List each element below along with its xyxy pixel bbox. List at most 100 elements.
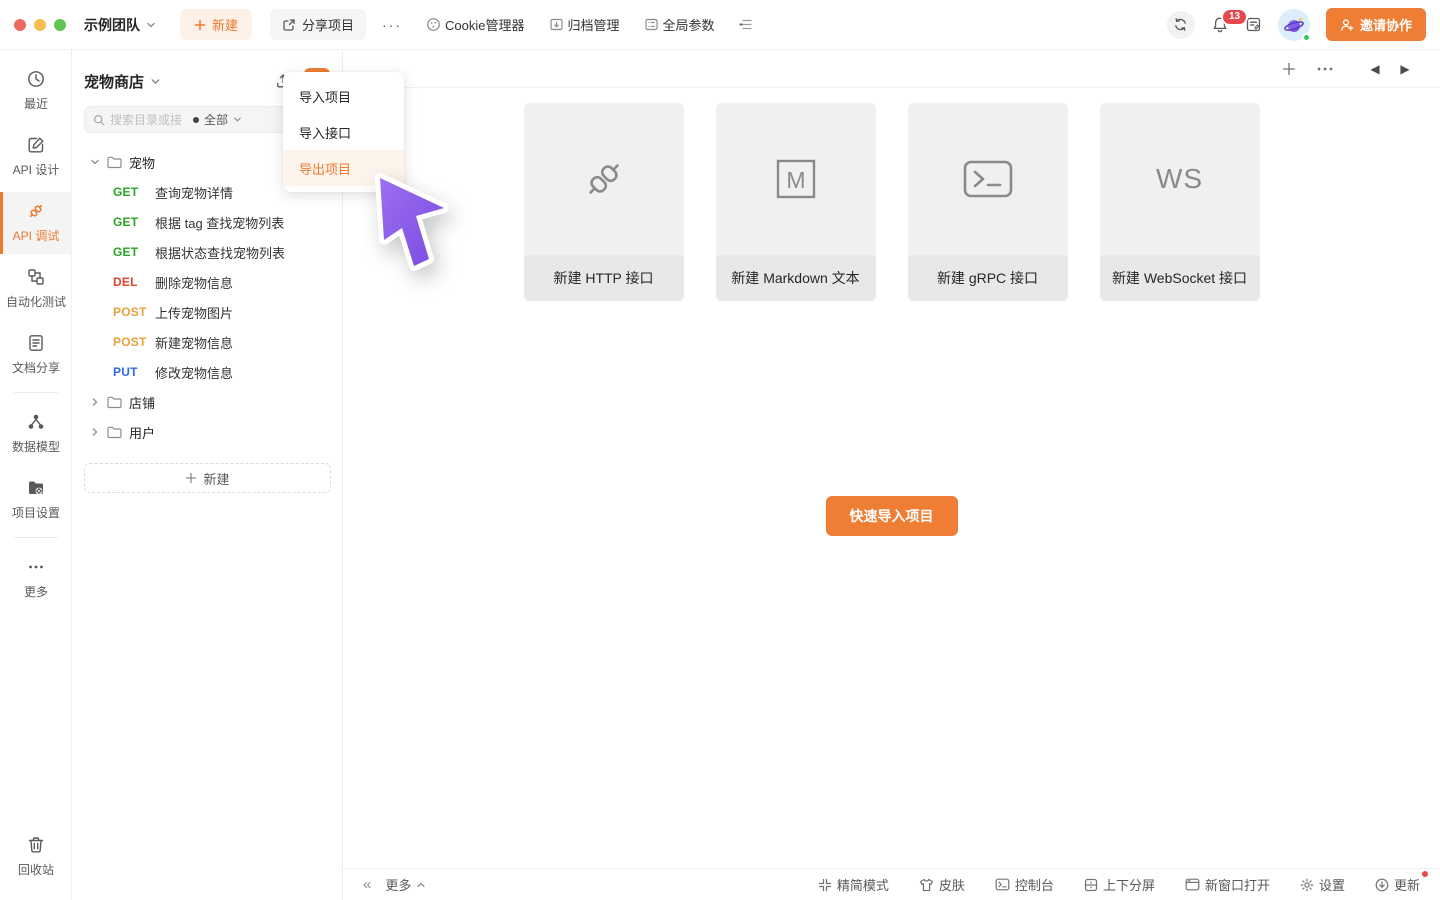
api-row[interactable]: POST上传宠物图片 xyxy=(72,297,342,327)
cookie-icon xyxy=(426,17,441,32)
statusbar-more-button[interactable]: 更多 xyxy=(385,875,426,894)
menu-item-export-project[interactable]: 导出项目 xyxy=(283,150,404,186)
method-badge: GET xyxy=(113,185,155,199)
tab-more-button[interactable] xyxy=(1312,56,1338,82)
topbar-more-button[interactable]: ··· xyxy=(382,17,402,33)
share-project-label: 分享项目 xyxy=(302,15,354,34)
menu-item-import-project[interactable]: 导入项目 xyxy=(283,78,404,114)
sidebar-item-label: API 调试 xyxy=(13,227,60,244)
api-name: 删除宠物信息 xyxy=(155,273,233,292)
topbar-right: 13 邀请协作 xyxy=(1167,8,1426,41)
invite-collaborate-button[interactable]: 邀请协作 xyxy=(1326,8,1426,41)
cookie-manager-label: Cookie管理器 xyxy=(445,15,524,34)
plus-icon xyxy=(185,472,197,484)
sidebar-item-project-settings[interactable]: 项目设置 xyxy=(0,469,72,531)
skin-button[interactable]: 皮肤 xyxy=(919,875,965,894)
card-new-grpc[interactable]: 新建 gRPC 接口 xyxy=(908,103,1068,301)
markdown-icon: M xyxy=(772,155,820,203)
search-input[interactable] xyxy=(110,113,188,127)
global-params-button[interactable]: 全局参数 xyxy=(644,15,715,34)
card-label: 新建 HTTP 接口 xyxy=(524,255,684,301)
api-row[interactable]: DEL删除宠物信息 xyxy=(72,267,342,297)
search-box[interactable]: 全部 xyxy=(84,106,295,133)
new-button-label: 新建 xyxy=(212,15,238,34)
sidebar-item-label: 文档分享 xyxy=(12,359,60,376)
new-tab-button[interactable] xyxy=(1276,56,1302,82)
card-new-http-api[interactable]: 新建 HTTP 接口 xyxy=(524,103,684,301)
sidebar: 最近 API 设计 API 调试 自动化测试 文档分享 数据模型 项目设置 xyxy=(0,50,72,900)
sidebar-item-more[interactable]: 更多 xyxy=(0,548,72,610)
folder-row-store[interactable]: 店铺 xyxy=(72,387,342,417)
maximize-window-button[interactable] xyxy=(54,19,66,31)
filter-dot-icon xyxy=(193,117,199,123)
statusbar-more-label: 更多 xyxy=(385,875,411,894)
share-icon xyxy=(282,18,296,32)
statusbar-item-label: 新窗口打开 xyxy=(1205,875,1270,894)
sidebar-item-api-debug[interactable]: API 调试 xyxy=(0,192,72,254)
filter-label: 全部 xyxy=(204,111,228,128)
sidebar-item-auto-test[interactable]: 自动化测试 xyxy=(0,258,72,320)
panel-new-button[interactable]: 新建 xyxy=(84,463,331,493)
topbar: 示例团队 新建 分享项目 ··· Cookie管理器 归档管理 全局参数 xyxy=(0,0,1440,50)
nav-back-button[interactable]: ◀ xyxy=(1362,56,1388,82)
method-badge: POST xyxy=(113,335,155,349)
sidebar-item-api-design[interactable]: API 设计 xyxy=(0,126,72,188)
update-button[interactable]: 更新 xyxy=(1375,875,1420,894)
folder-row-users[interactable]: 用户 xyxy=(72,417,342,447)
api-row[interactable]: PUT修改宠物信息 xyxy=(72,357,342,387)
new-window-button[interactable]: 新窗口打开 xyxy=(1185,875,1270,894)
project-title-dropdown[interactable]: 宠物商店 xyxy=(84,71,161,92)
sidebar-item-recent[interactable]: 最近 xyxy=(0,60,72,122)
chevron-right-icon xyxy=(90,397,100,407)
tab-bar: ◀ ▶ xyxy=(343,50,1440,88)
statusbar-item-label: 上下分屏 xyxy=(1103,875,1155,894)
minimize-window-button[interactable] xyxy=(34,19,46,31)
api-row[interactable]: POST新建宠物信息 xyxy=(72,327,342,357)
nav-forward-button[interactable]: ▶ xyxy=(1392,56,1418,82)
method-badge: POST xyxy=(113,305,155,319)
ellipsis-icon xyxy=(26,557,46,577)
api-row[interactable]: GET根据 tag 查找宠物列表 xyxy=(72,207,342,237)
quick-import-button[interactable]: 快速导入项目 xyxy=(826,496,958,536)
sidebar-item-data-model[interactable]: 数据模型 xyxy=(0,403,72,465)
api-row[interactable]: GET根据状态查找宠物列表 xyxy=(72,237,342,267)
cookie-manager-button[interactable]: Cookie管理器 xyxy=(426,15,524,34)
project-title: 宠物商店 xyxy=(84,71,144,92)
avatar[interactable] xyxy=(1278,9,1310,41)
compact-mode-button[interactable]: 精简模式 xyxy=(818,875,889,894)
sidebar-item-label: 回收站 xyxy=(18,861,54,878)
share-project-button[interactable]: 分享项目 xyxy=(270,9,366,40)
menu-item-import-api[interactable]: 导入接口 xyxy=(283,114,404,150)
card-new-markdown[interactable]: M 新建 Markdown 文本 xyxy=(716,103,876,301)
sidebar-item-doc-share[interactable]: 文档分享 xyxy=(0,324,72,386)
card-new-websocket[interactable]: WS 新建 WebSocket 接口 xyxy=(1100,103,1260,301)
search-filter-dropdown[interactable]: 全部 xyxy=(193,111,242,128)
team-switcher[interactable]: 示例团队 xyxy=(84,15,156,35)
sidebar-item-recycle-bin[interactable]: 回收站 xyxy=(0,826,72,888)
card-label: 新建 gRPC 接口 xyxy=(908,255,1068,301)
env-list-icon[interactable] xyxy=(739,18,754,31)
compact-icon xyxy=(818,878,832,892)
console-button[interactable]: 控制台 xyxy=(995,875,1054,894)
collapse-sidebar-icon[interactable]: « xyxy=(363,876,371,893)
person-add-icon xyxy=(1340,18,1354,32)
split-screen-button[interactable]: 上下分屏 xyxy=(1084,875,1155,894)
method-badge: GET xyxy=(113,215,155,229)
settings-button[interactable]: 设置 xyxy=(1300,875,1345,894)
close-window-button[interactable] xyxy=(14,19,26,31)
main-area: ◀ ▶ 新建 HTTP 接口 M 新建 Markdown 文本 xyxy=(343,50,1440,900)
card-label: 新建 Markdown 文本 xyxy=(716,255,876,301)
statusbar-item-label: 皮肤 xyxy=(939,875,965,894)
new-window-icon xyxy=(1185,878,1200,891)
statusbar-item-label: 控制台 xyxy=(1015,875,1054,894)
notifications-button[interactable]: 13 xyxy=(1211,16,1229,34)
archive-manager-button[interactable]: 归档管理 xyxy=(549,15,620,34)
gear-icon xyxy=(1300,878,1314,892)
statusbar-item-label: 设置 xyxy=(1319,875,1345,894)
window-controls[interactable] xyxy=(14,19,66,31)
plug-icon xyxy=(26,201,46,221)
sync-button[interactable] xyxy=(1167,11,1195,39)
export-context-menu: 导入项目 导入接口 导出项目 xyxy=(283,72,404,192)
shirt-icon xyxy=(919,878,934,892)
new-button[interactable]: 新建 xyxy=(180,9,252,40)
